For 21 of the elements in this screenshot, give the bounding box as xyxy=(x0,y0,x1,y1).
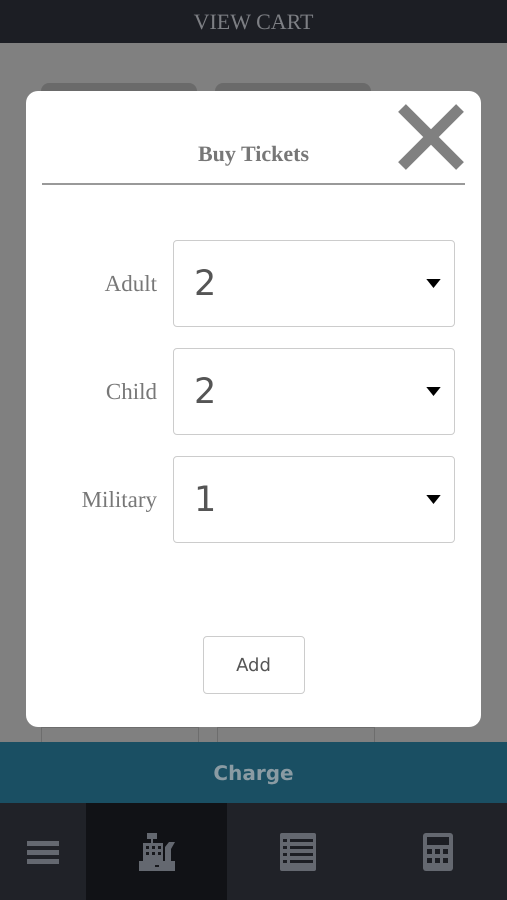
quantity-dropdown[interactable]: 1 xyxy=(173,456,455,543)
calculator-icon xyxy=(422,832,452,870)
quantity-dropdown[interactable]: 2 xyxy=(173,240,455,327)
close-icon[interactable] xyxy=(396,102,466,172)
list-tab[interactable] xyxy=(227,803,368,900)
caret-icon xyxy=(426,495,441,504)
caret-icon xyxy=(426,387,441,396)
header-title: VIEW CART xyxy=(194,8,314,34)
quantity-dropdown[interactable]: 2 xyxy=(173,348,455,435)
caret-icon xyxy=(426,279,441,288)
list-icon xyxy=(280,832,316,870)
field-label: Child xyxy=(104,378,158,404)
cash-register-icon xyxy=(138,832,174,870)
calculator-tab[interactable] xyxy=(368,803,507,900)
field-label: Military xyxy=(80,486,158,512)
add-button[interactable]: Add xyxy=(202,636,304,694)
dialog-title: Buy Tickets xyxy=(198,141,310,168)
field-label: Adult xyxy=(104,270,158,296)
menu-icon xyxy=(27,838,59,864)
menu-tab[interactable] xyxy=(0,803,86,900)
register-tab[interactable] xyxy=(86,803,227,900)
